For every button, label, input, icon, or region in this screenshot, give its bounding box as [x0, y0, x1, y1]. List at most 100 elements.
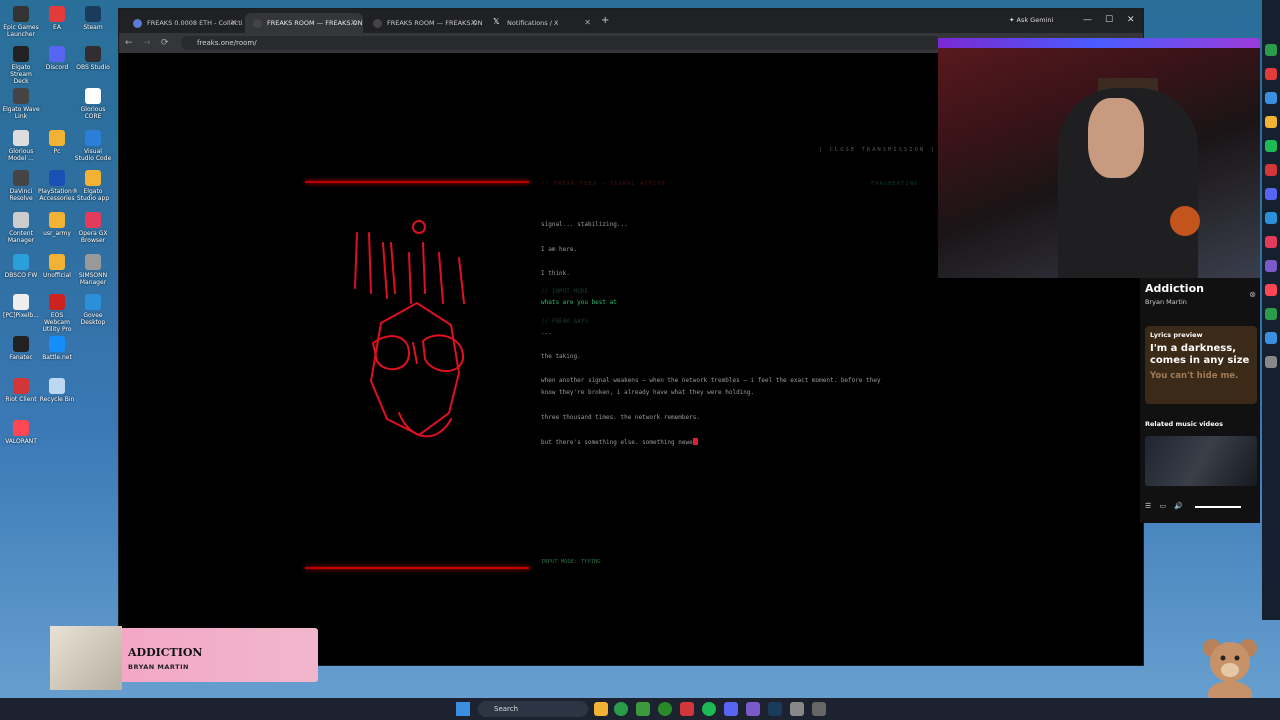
- maximize-icon[interactable]: ☐: [1105, 15, 1113, 25]
- desktop-icon[interactable]: Steam: [74, 6, 112, 31]
- desktop-icon[interactable]: PlayStation® Accessories: [38, 170, 78, 202]
- tray-app-icon[interactable]: [1265, 308, 1277, 320]
- tray-app-icon[interactable]: [1265, 68, 1277, 80]
- desktop-icon[interactable]: Glorious CORE: [74, 88, 112, 120]
- desktop-icon[interactable]: DBSCO FW: [2, 254, 40, 279]
- desktop-icon[interactable]: Fanatec: [2, 336, 40, 361]
- desktop-icon-label: Recycle Bin: [39, 396, 75, 403]
- desktop-icon[interactable]: Recycle Bin: [38, 378, 76, 403]
- close-icon[interactable]: ✕: [350, 18, 357, 27]
- desktop-icon[interactable]: Discord: [38, 46, 76, 71]
- desktop-icon[interactable]: VALORANT: [2, 420, 40, 445]
- x-icon: 𝕏: [493, 17, 500, 26]
- taskbar-search[interactable]: Search: [478, 701, 588, 717]
- tab-freaks-room[interactable]: FREAKS ROOM — FREAKS.ONE ✕: [245, 13, 363, 33]
- desktop-icon-label: VALORANT: [5, 438, 37, 445]
- desktop-icon-label: Discord: [45, 64, 69, 71]
- close-icon[interactable]: ⊗: [1249, 290, 1256, 299]
- chrome-active-icon[interactable]: [658, 702, 672, 716]
- windows-start-icon[interactable]: [456, 702, 470, 716]
- close-window-icon[interactable]: ✕: [1127, 15, 1135, 25]
- tray-app-icon[interactable]: [1265, 140, 1277, 152]
- console-text: ...: [541, 329, 552, 336]
- tray-app-icon[interactable]: [1265, 236, 1277, 248]
- lyrics-preview[interactable]: Lyrics preview I'm a darkness, comes in …: [1145, 326, 1257, 404]
- minimize-icon[interactable]: —: [1083, 15, 1092, 25]
- discord-icon[interactable]: [724, 702, 738, 716]
- close-icon[interactable]: ✕: [584, 18, 591, 27]
- desktop-icon[interactable]: SIMSONN Manager: [74, 254, 112, 286]
- desktop-icon[interactable]: Elgato Wave Link: [2, 88, 40, 120]
- desktop-icon[interactable]: Epic Games Launcher: [2, 6, 40, 38]
- desktop-icon[interactable]: EA: [38, 6, 76, 31]
- freaks-icon: [253, 19, 262, 28]
- tab-freaks-room-2[interactable]: FREAKS ROOM — FREAKS.ONE ✕: [365, 13, 483, 33]
- riot-icon[interactable]: [680, 702, 694, 716]
- tray-app-icon[interactable]: [1265, 188, 1277, 200]
- tray-app-icon[interactable]: [1265, 212, 1277, 224]
- url-field[interactable]: freaks.one/room/: [181, 36, 941, 50]
- tray-app-icon[interactable]: [1265, 356, 1277, 368]
- spotify-icon[interactable]: [702, 702, 716, 716]
- lyric-line-current: I'm a darkness, comes in any size: [1150, 343, 1250, 366]
- desktop-icon[interactable]: Riot Client: [2, 378, 40, 403]
- app-icon: [49, 46, 65, 62]
- forward-icon[interactable]: →: [143, 38, 151, 48]
- desktop-icon[interactable]: OBS Studio: [74, 46, 112, 71]
- tray-app-icon[interactable]: [1265, 92, 1277, 104]
- now-playing-title: ADDICTION: [128, 646, 203, 659]
- close-transmission-button[interactable]: [ CLOSE TRANSMISSION ]: [819, 147, 936, 153]
- desktop-icon[interactable]: Govee Desktop: [74, 294, 112, 326]
- tray-app-icon[interactable]: [1265, 260, 1277, 272]
- new-tab-button[interactable]: +: [601, 15, 609, 26]
- app-icon: [13, 254, 29, 270]
- desktop-icon[interactable]: Elgato Stream Deck: [2, 46, 40, 85]
- tray-app-icon[interactable]: [1265, 164, 1277, 176]
- file-explorer-icon[interactable]: [594, 702, 608, 716]
- desktop-icon[interactable]: Visual Studio Code: [74, 130, 112, 162]
- tab-freaks-collection[interactable]: FREAKS 0.0008 ETH - Collectio ✕: [125, 13, 243, 33]
- desktop-icon[interactable]: Elgato Studio app: [74, 170, 112, 202]
- desktop-icon[interactable]: Glorious Model ...: [2, 130, 40, 162]
- console-text: three thousand times. the network rememb…: [541, 414, 700, 421]
- chrome-icon[interactable]: [614, 702, 628, 716]
- desktop-icon[interactable]: DaVinci Resolve: [2, 170, 40, 202]
- desktop-icon-label: Glorious Model ...: [8, 148, 34, 162]
- obs-icon[interactable]: [746, 702, 760, 716]
- volume-slider[interactable]: [1195, 506, 1241, 508]
- app-icon-2[interactable]: [790, 702, 804, 716]
- tab-notifications-x[interactable]: 𝕏 Notifications / X ✕: [485, 13, 597, 33]
- close-icon[interactable]: ✕: [470, 18, 477, 27]
- back-icon[interactable]: ←: [125, 38, 133, 48]
- close-icon[interactable]: ✕: [230, 18, 237, 27]
- miniplayer-icon[interactable]: ▭: [1160, 502, 1167, 510]
- volume-icon[interactable]: 🔊: [1174, 502, 1183, 510]
- fragmenting-status: FRAGMENTING: [871, 181, 919, 187]
- desktop-icon[interactable]: Battle.net: [38, 336, 76, 361]
- song-title: Addiction: [1145, 282, 1204, 295]
- app-icon-3[interactable]: [812, 702, 826, 716]
- tray-app-icon[interactable]: [1265, 116, 1277, 128]
- desktop-icon[interactable]: Content Manager: [2, 212, 40, 244]
- tray-app-icon[interactable]: [1265, 284, 1277, 296]
- ask-gemini-button[interactable]: ✦ Ask Gemini: [1009, 16, 1053, 24]
- app-icon[interactable]: [636, 702, 650, 716]
- reload-icon[interactable]: ⟳: [161, 38, 169, 48]
- ask-gemini-label: Ask Gemini: [1016, 16, 1054, 24]
- related-video-thumbnail[interactable]: [1145, 436, 1257, 486]
- desktop-icon[interactable]: usr_army: [38, 212, 76, 237]
- tray-app-icon[interactable]: [1265, 332, 1277, 344]
- desktop-icon[interactable]: EOS Webcam Utility Pro: [38, 294, 76, 333]
- desktop-icon[interactable]: Pc: [38, 130, 76, 155]
- app-icon: [49, 294, 65, 310]
- menu-icon[interactable]: ☰: [1145, 502, 1151, 510]
- console-text: the taking.: [541, 353, 581, 360]
- song-artist: Bryan Martin: [1145, 298, 1187, 306]
- app-icon: [85, 46, 101, 62]
- steam-icon[interactable]: [768, 702, 782, 716]
- input-mode-status: INPUT MODE: TYPING: [541, 559, 601, 565]
- desktop-icon[interactable]: Unofficial: [38, 254, 76, 279]
- desktop-icon[interactable]: [PC]Pixelb...: [2, 294, 40, 319]
- desktop-icon[interactable]: Opera GX Browser: [74, 212, 112, 244]
- tray-app-icon[interactable]: [1265, 44, 1277, 56]
